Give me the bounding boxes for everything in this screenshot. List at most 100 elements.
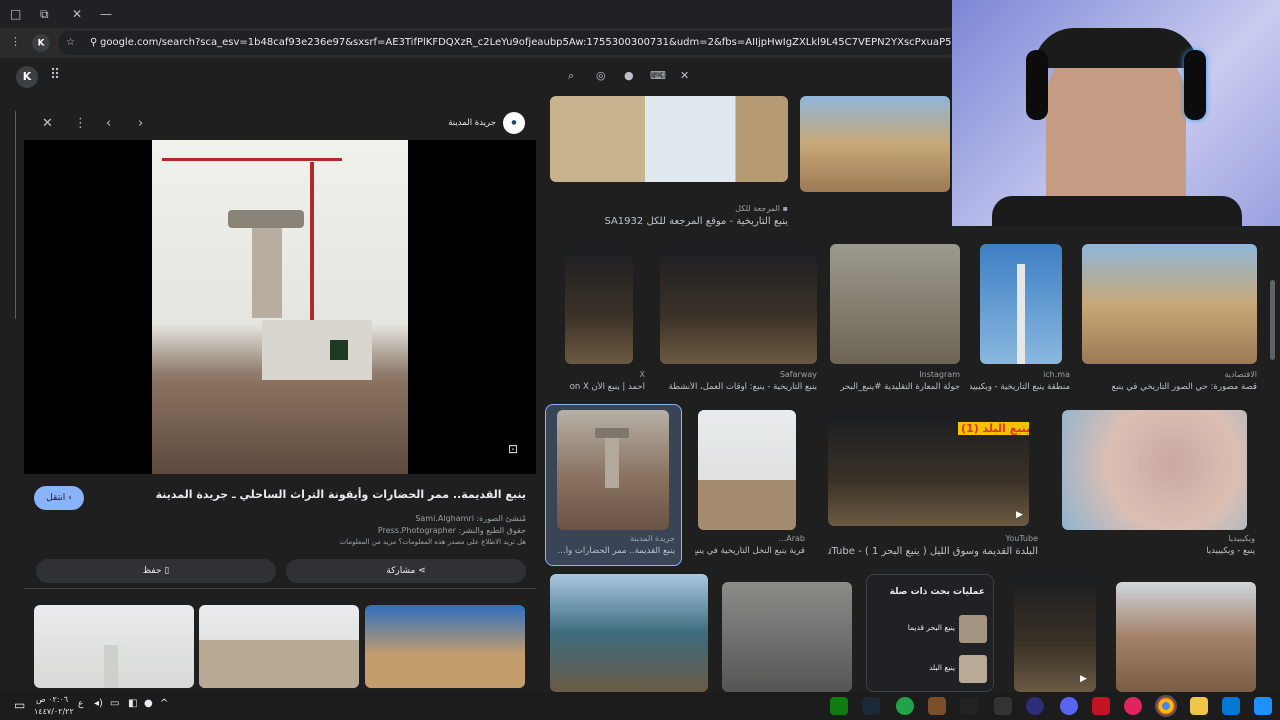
site-info-icon[interactable]: ⚲ [90,31,97,55]
menu-dots-icon[interactable]: ⋮ [10,35,21,48]
play-icon: ▶ [1080,674,1087,684]
video-overlay-title: ينبع البلد (1) [958,422,1029,435]
photographer-credit: مُنشئ الصورة: Sami.Alghamri [415,514,526,523]
obs-icon[interactable] [1124,697,1142,715]
result-r1-4-caption[interactable]: قصة مصورة: حي الصور التاريخي في ينبع [1082,382,1257,392]
preview-image[interactable] [152,140,408,474]
result-r2-3-image[interactable] [1062,410,1247,530]
result-r1-0-image[interactable] [565,244,633,364]
account-avatar[interactable]: K [16,66,38,88]
related-search-item[interactable]: ينبع البحر قديما [873,615,989,643]
language-indicator[interactable]: ع [78,699,83,709]
close-preview-icon[interactable]: ✕ [42,116,53,131]
app-icon[interactable] [994,697,1012,715]
result-r1-4-image[interactable] [1082,244,1257,364]
previous-icon[interactable]: ‹ [106,116,111,131]
xbox-icon[interactable] [830,697,848,715]
result-r1-4-source: الاقتصادية [1224,370,1257,379]
result-r3-1-image[interactable] [722,582,852,692]
game-icon[interactable] [928,697,946,715]
related-image-2[interactable] [199,605,359,688]
file-explorer-icon[interactable] [1190,697,1208,715]
save-button[interactable]: حفظ ▯ [36,559,276,583]
start-icon[interactable] [1254,697,1272,715]
clock-date: ١٤٤٧/٠٢/٢٢ [34,707,74,716]
steam-icon[interactable] [862,697,880,715]
result-r2-2-caption[interactable]: البلدة القديمة وسوق الليل ( ينبع البحر 1… [828,546,1038,557]
bookmark-icon: ▯ [164,566,170,576]
related-image-1[interactable] [34,605,194,688]
keyboard-icon[interactable]: ⌨ [650,69,666,82]
close-window-icon[interactable]: ✕ [72,6,82,22]
volume-icon[interactable]: ◂) [94,698,103,709]
mic-icon[interactable]: ● [624,69,634,82]
more-options-icon[interactable]: ⋮ [74,116,87,131]
lens-icon[interactable]: ◎ [596,69,606,82]
result-r0-1-image[interactable] [800,96,950,192]
star-icon[interactable]: ☆ [66,31,75,55]
apps-grid-icon[interactable]: ⠿ [50,67,60,83]
result-r1-2-image[interactable] [830,244,960,364]
share-button[interactable]: مشاركة ⋖ [286,559,526,583]
result-r3-3-image[interactable]: ▶ [1014,574,1096,692]
source-name[interactable]: جريدة المدينة [416,118,496,128]
restore-icon[interactable]: ⧉ [40,6,49,22]
result-r1-2-caption[interactable]: جولة المعارة التقليدية #ينبع_البحر [830,382,960,392]
result-r1-3-caption[interactable]: منطقة ينبع التاريخية - ويكيبيديا [970,382,1070,392]
related-search-item[interactable]: ينبع البلد [873,655,989,683]
camera-icon[interactable]: ◧ [128,698,137,709]
clear-search-icon[interactable]: ✕ [680,69,689,82]
related-thumb [959,655,987,683]
search-icon[interactable]: ⌕ [568,69,574,83]
preview-image-frame: ⊡ [24,140,536,474]
profile-icon[interactable]: K [32,34,50,52]
preview-title[interactable]: ينبع القديمة.. ممر الحضارات وأيقونة التر… [96,488,526,501]
clock[interactable]: ٠٢:٠٦ ص ١٤٤٧/٠٢/٢٢ [34,694,74,718]
result-r1-1-caption[interactable]: ينبع التاريخية - ينبع: أوقات العمل، الأن… [660,382,817,392]
url-field[interactable]: ☆ ⚲ google.com/search?sca_esv=1b48caf93e… [58,31,958,55]
result-r3-4-image[interactable] [1116,582,1256,692]
tower-silhouette [104,645,118,688]
results-scrollbar[interactable] [1270,280,1275,360]
related-image-3[interactable] [365,605,525,688]
result-r0-0-image[interactable] [550,96,788,182]
crane-boom [162,158,342,161]
window-list-icon[interactable]: □ [10,6,21,22]
result-r2-1-caption[interactable]: قرية ينبع النخل التاريخية في ينبع [695,546,805,556]
chevron-left-icon: ‹ [68,493,72,503]
more-info-link[interactable]: هل تريد الاطلاع على مصدر هذه المعلومات؟ … [276,538,526,546]
streamer-hair [1034,28,1198,68]
utorrent-icon[interactable] [896,697,914,715]
result-r1-3-image[interactable] [980,244,1062,364]
result-r3-0-image[interactable] [550,574,708,692]
lens-search-icon[interactable]: ⊡ [508,442,518,456]
capcut-icon[interactable] [960,697,978,715]
chrome-icon[interactable] [1155,695,1177,717]
result-r2-2-image[interactable]: ينبع البلد (1) ▶ [828,414,1029,526]
store-icon[interactable] [1222,697,1240,715]
show-hidden-icon[interactable]: ^ [160,698,168,709]
play-icon: ▶ [1016,510,1023,520]
related-searches-card: عمليات بحث ذات صلة ينبع البحر قديما ينبع… [866,574,994,692]
result-r2-3-caption[interactable]: ينبع - ويكيبيديا [1055,546,1255,556]
discord-icon[interactable] [1060,697,1078,715]
result-r2-1-source: Arab... [778,534,805,543]
url-text: google.com/search?sca_esv=1b48caf93e236e… [100,37,958,48]
media-player-icon[interactable] [1026,697,1044,715]
notifications-icon[interactable]: ▭ [14,698,25,712]
red-app-icon[interactable] [1092,697,1110,715]
result-r2-0-caption[interactable]: ينبع القديمة.. ممر الحضارات وأ... [555,546,675,556]
result-r1-0-caption[interactable]: أحمد | ينبع الأن on X [555,382,645,392]
minimize-icon[interactable]: — [100,6,112,22]
building-window [330,340,348,360]
next-icon[interactable]: › [138,116,143,131]
result-r0-0-caption[interactable]: ينبع التاريخية - موقع المرجعة للكل SA193… [550,216,788,227]
taskbar: ▭ ٠٢:٠٦ ص ١٤٤٧/٠٢/٢٢ ع ◂) ▭ ◧ ● ^ [0,692,1280,720]
result-r1-1-image[interactable] [660,244,817,364]
mic-tray-icon[interactable]: ● [144,698,153,709]
wifi-icon[interactable]: ▭ [110,698,119,709]
result-r2-3-source: ويكيبيديا [1228,534,1255,543]
result-r2-0-image[interactable] [557,410,669,530]
visit-button[interactable]: انتقل ‹ [34,486,84,510]
result-r2-1-image[interactable] [698,410,796,530]
